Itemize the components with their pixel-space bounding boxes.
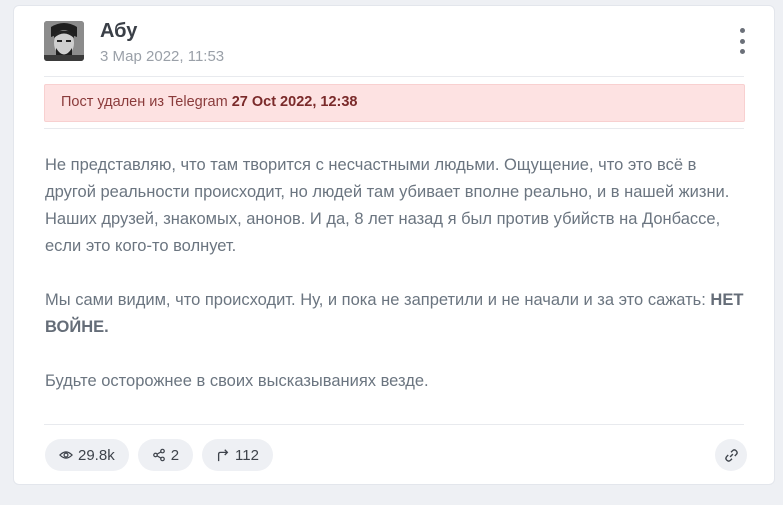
post-stats: 29.8k 2 112: [45, 439, 273, 471]
footer-divider: [44, 424, 744, 425]
post-paragraph: Мы сами видим, что происходит. Ну, и пок…: [45, 287, 745, 341]
author-name[interactable]: Абу: [100, 20, 137, 43]
eye-icon: [59, 451, 73, 459]
post-card: Абу 3 Мар 2022, 11:53 Пост удален из Tel…: [13, 5, 775, 485]
shares-count: 2: [170, 446, 180, 464]
deleted-notice-text: Пост удален из Telegram: [61, 94, 232, 110]
avatar-image: [44, 21, 84, 61]
header-divider: [44, 76, 744, 77]
more-vertical-icon[interactable]: [730, 28, 754, 54]
post-paragraph: Не представляю, что там творится с несча…: [45, 156, 730, 255]
share-icon: [152, 448, 165, 462]
post-date[interactable]: 3 Мар 2022, 11:53: [100, 48, 224, 65]
deleted-notice-date: 27 Oct 2022, 12:38: [231, 94, 358, 110]
post-body: Не представляю, что там творится с несча…: [45, 152, 745, 422]
views-button[interactable]: 29.8k: [45, 439, 129, 471]
forwards-button[interactable]: 112: [202, 439, 273, 471]
shares-button[interactable]: 2: [137, 439, 194, 471]
copy-link-button[interactable]: [715, 439, 747, 471]
post-paragraph: Будьте осторожнее в своих высказываниях …: [45, 372, 429, 390]
deleted-notice: Пост удален из Telegram 27 Oct 2022, 12:…: [44, 84, 745, 122]
forward-icon: [218, 449, 229, 462]
post-text: Мы сами видим, что происходит. Ну, и пок…: [45, 291, 711, 309]
link-icon: [724, 448, 738, 462]
forwards-count: 112: [235, 446, 259, 464]
alert-divider: [44, 128, 744, 129]
views-count: 29.8k: [78, 446, 115, 464]
avatar[interactable]: [44, 21, 84, 61]
